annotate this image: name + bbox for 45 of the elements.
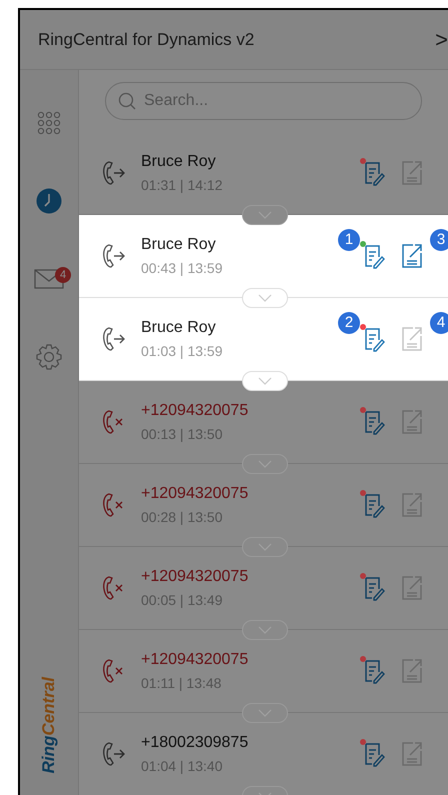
callout-number: 1 [338, 229, 360, 251]
expand-button[interactable]: > [433, 26, 448, 52]
export-button[interactable] [400, 658, 424, 684]
caller-name: +12094320075 [141, 402, 248, 420]
caller-name: Bruce Roy [141, 236, 216, 254]
call-duration-time: 00:43 | 13:59 [141, 260, 222, 276]
export-button[interactable] [400, 409, 424, 435]
outbound-call-icon [101, 159, 127, 187]
mail-icon [34, 269, 64, 289]
caller-name: +12094320075 [141, 568, 248, 586]
chevron-down-icon [258, 377, 272, 385]
clock-icon [36, 188, 62, 214]
sidebar-item[interactable]: 4 [29, 240, 69, 318]
expand-row-button[interactable] [242, 205, 288, 225]
log-note-button[interactable] [362, 160, 386, 186]
logo: RingCentral [39, 676, 59, 773]
call-duration-time: 01:03 | 13:59 [141, 343, 222, 359]
export-button[interactable] [400, 160, 424, 186]
export-button[interactable] [400, 575, 424, 601]
caller-name: +12094320075 [141, 485, 248, 503]
chevron-down-icon [258, 294, 272, 302]
log-note-button[interactable] [362, 409, 386, 435]
app-title: RingCentral for Dynamics v2 [38, 30, 254, 50]
call-row[interactable]: Bruce Roy 01:03 | 13:59 2 4 [79, 298, 448, 381]
outbound-call-icon [101, 242, 127, 270]
caller-name: +18002309875 [141, 734, 248, 752]
settings-icon [36, 344, 62, 370]
outbound-call-icon [101, 740, 127, 768]
export-button[interactable] [400, 492, 424, 518]
caller-name: Bruce Roy [141, 319, 216, 337]
search-icon [118, 92, 136, 110]
callout-number: 3 [430, 229, 448, 251]
caller-name: +12094320075 [141, 651, 248, 669]
outbound-call-icon [101, 325, 127, 353]
log-note-button[interactable] [362, 575, 386, 601]
export-button[interactable] [400, 741, 424, 767]
unread-badge: 4 [55, 267, 71, 283]
log-note-button[interactable] [362, 741, 386, 767]
dialpad-icon [37, 111, 61, 135]
log-note-button[interactable] [362, 492, 386, 518]
log-note-button[interactable] [362, 658, 386, 684]
callout-number: 2 [338, 312, 360, 334]
callout-number: 4 [430, 312, 448, 334]
call-row[interactable]: Bruce Roy 00:43 | 13:59 1 3 [79, 215, 448, 298]
caller-name: Bruce Roy [141, 153, 216, 171]
